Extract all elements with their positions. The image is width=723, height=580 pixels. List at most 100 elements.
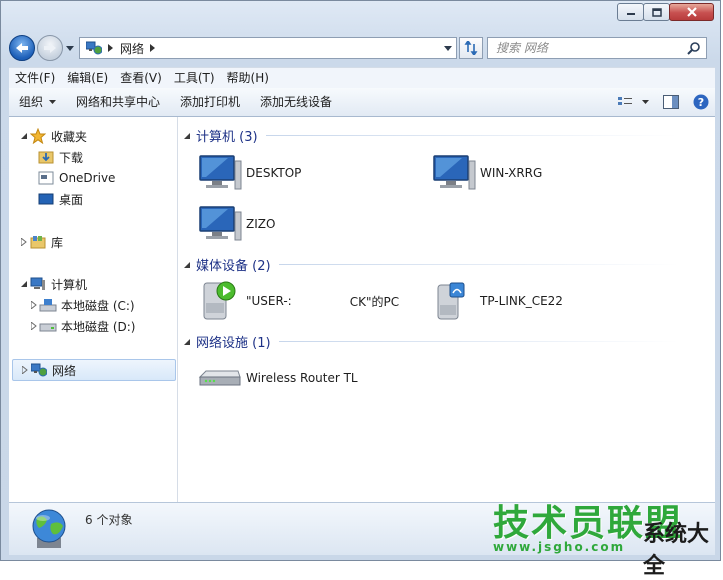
search-input[interactable] <box>494 40 678 56</box>
menu-tools[interactable]: 工具(T) <box>168 68 221 88</box>
chevron-down-icon <box>49 100 57 104</box>
nav-label: 收藏夹 <box>51 129 88 144</box>
address-dropdown[interactable] <box>440 38 456 58</box>
minimize-button[interactable] <box>617 3 644 21</box>
back-arrow-icon <box>16 43 28 53</box>
forward-arrow-icon <box>44 43 56 53</box>
breadcrumb-separator-icon <box>108 44 113 52</box>
computer-item[interactable]: DESKTOP <box>198 151 301 195</box>
address-field[interactable]: 网络 <box>79 37 457 59</box>
collapse-group-icon <box>184 132 190 139</box>
menu-file[interactable]: 文件(F) <box>9 68 61 88</box>
group-divider <box>278 264 679 265</box>
nav-libraries[interactable]: 库 <box>19 232 63 252</box>
computer-icon <box>198 151 242 195</box>
organize-button[interactable]: 组织 <box>9 89 66 115</box>
downloads-folder-icon <box>37 149 55 165</box>
network-globe-icon <box>32 509 66 548</box>
onedrive-icon <box>37 170 55 186</box>
watermark-url: www.jsgho.com <box>493 540 626 554</box>
nav-label: 桌面 <box>59 192 84 207</box>
network-center-button[interactable]: 网络和共享中心 <box>66 89 170 115</box>
star-icon <box>29 128 47 144</box>
nav-disk-c[interactable]: 本地磁盘 (C:) <box>29 295 135 315</box>
nav-network[interactable]: 网络 <box>12 359 176 381</box>
close-icon <box>686 7 697 17</box>
nav-onedrive[interactable]: OneDrive <box>37 168 115 188</box>
media-device-item[interactable]: TP-LINK_CE22 <box>432 279 563 323</box>
computer-icon <box>432 151 476 195</box>
group-header-computers[interactable]: 计算机 (3) <box>184 126 678 145</box>
computer-name: DESKTOP <box>246 166 302 180</box>
watermark: 技术员联盟 系统大全 www.jsgho.com <box>493 494 718 579</box>
refresh-icon <box>464 41 478 55</box>
breadcrumb-network[interactable]: 网络 <box>120 40 144 57</box>
computer-icon <box>29 276 47 292</box>
forward-button[interactable] <box>37 35 63 61</box>
breadcrumb-separator-icon[interactable] <box>150 44 156 52</box>
menu-view[interactable]: 查看(V) <box>114 68 168 88</box>
computer-name: ZIZO <box>246 217 276 231</box>
history-dropdown[interactable] <box>65 45 75 51</box>
view-controls: ? <box>604 89 709 115</box>
nav-favorites[interactable]: 收藏夹 <box>19 126 87 146</box>
minimize-icon <box>626 13 635 15</box>
group-title: 计算机 (3) <box>196 130 258 145</box>
group-divider <box>265 135 678 136</box>
maximize-button[interactable] <box>643 3 670 21</box>
add-printer-button[interactable]: 添加打印机 <box>170 89 250 115</box>
watermark-side-text: 系统大全 <box>643 522 710 579</box>
refresh-button[interactable] <box>459 37 483 59</box>
nav-label: 网络 <box>52 363 77 378</box>
computer-name: WIN-XRRG <box>480 166 543 180</box>
collapse-arrow-icon[interactable] <box>20 366 30 374</box>
system-drive-icon <box>39 297 57 313</box>
nav-label: 计算机 <box>51 277 88 292</box>
nav-downloads[interactable]: 下载 <box>37 147 83 167</box>
change-view-button[interactable] <box>618 96 649 108</box>
organize-label: 组织 <box>19 95 44 109</box>
nav-desktop[interactable]: 桌面 <box>37 189 83 209</box>
group-divider <box>278 341 679 342</box>
command-bar: 组织 网络和共享中心 添加打印机 添加无线设备 ? <box>9 88 715 117</box>
network-icon <box>30 363 48 377</box>
collapse-arrow-icon[interactable] <box>29 322 39 330</box>
menu-help[interactable]: 帮助(H) <box>221 68 275 88</box>
nav-computer[interactable]: 计算机 <box>19 274 87 294</box>
expand-arrow-icon[interactable] <box>19 281 29 287</box>
menu-edit[interactable]: 编辑(E) <box>61 68 114 88</box>
collapse-group-icon <box>184 338 190 345</box>
network-infra-item[interactable]: Wireless Router TL <box>198 356 358 400</box>
svg-text:?: ? <box>698 96 704 109</box>
close-button[interactable] <box>669 3 714 21</box>
computer-icon <box>198 202 242 246</box>
media-device-item[interactable]: "USER-: CK"的PC <box>198 279 399 323</box>
content-pane: 计算机 (3) DESKTOP WIN-XRRG ZIZO 媒体设备 (2) "… <box>178 117 715 502</box>
chevron-down-icon <box>642 100 649 104</box>
search-icon[interactable] <box>687 42 700 55</box>
router-icon <box>198 356 242 400</box>
preview-pane-button[interactable] <box>663 95 679 109</box>
group-header-media[interactable]: 媒体设备 (2) <box>184 255 679 274</box>
network-infra-name: Wireless Router TL <box>246 371 358 385</box>
nav-label: 库 <box>51 235 64 250</box>
back-button[interactable] <box>9 35 35 61</box>
navigation-pane: 收藏夹 下载 OneDrive 桌面 库 计算机 本地磁盘 (C:) 本地磁盘 … <box>9 117 178 502</box>
collapse-arrow-icon[interactable] <box>19 238 29 246</box>
router-media-icon <box>432 279 476 323</box>
media-device-name: "USER-: <box>246 294 292 308</box>
add-wireless-button[interactable]: 添加无线设备 <box>250 89 342 115</box>
computer-item[interactable]: ZIZO <box>198 202 275 246</box>
help-button[interactable]: ? <box>693 94 709 110</box>
media-server-icon <box>198 279 242 323</box>
explorer-window: 网络 文件(F) 编辑(E) 查看(V) 工具(T) 帮助(H) 组织 网络和共… <box>0 0 721 561</box>
nav-label: 本地磁盘 (C:) <box>61 298 135 313</box>
collapse-arrow-icon[interactable] <box>29 301 39 309</box>
group-header-network-infra[interactable]: 网络设施 (1) <box>184 332 679 351</box>
computer-item[interactable]: WIN-XRRG <box>432 151 542 195</box>
nav-label: OneDrive <box>59 171 116 185</box>
expand-arrow-icon[interactable] <box>19 133 29 139</box>
view-options-icon <box>618 97 632 105</box>
group-title: 媒体设备 (2) <box>196 259 271 274</box>
nav-disk-d[interactable]: 本地磁盘 (D:) <box>29 316 135 336</box>
